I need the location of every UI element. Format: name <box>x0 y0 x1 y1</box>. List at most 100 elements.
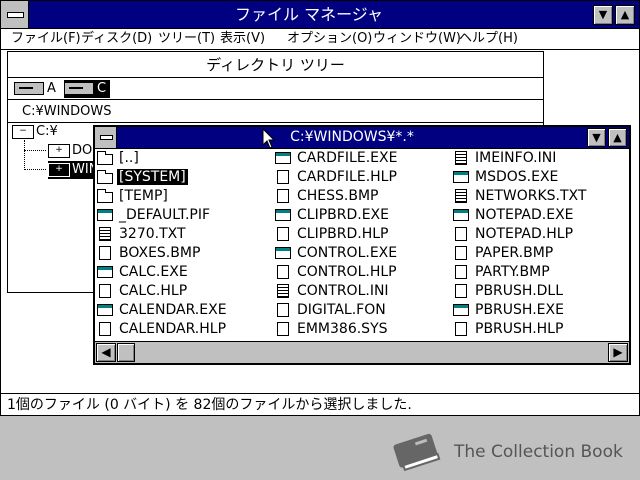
menu-disk[interactable]: ディスク(D) <box>81 29 152 49</box>
maximize-button[interactable]: ▲ <box>615 5 635 25</box>
directory-window[interactable]: C:¥WINDOWS¥*.* ▼ ▲ [..] [SYSTEM] [TEMP] _DE… <box>93 125 631 365</box>
file-item[interactable]: CONTROL.INI <box>273 282 451 301</box>
maximize-button[interactable]: ▲ <box>608 128 627 147</box>
text-document-icon <box>277 284 289 298</box>
file-item[interactable]: CARDFILE.HLP <box>273 168 451 187</box>
file-item[interactable]: [SYSTEM] <box>95 168 273 187</box>
menu-window[interactable]: ウィンドウ(W) <box>373 29 461 49</box>
directory-window-title-bar[interactable]: C:¥WINDOWS¥*.* ▼ ▲ <box>95 127 629 149</box>
menu-view[interactable]: 表示(V) <box>220 29 265 49</box>
system-menu-icon[interactable] <box>1 1 29 28</box>
program-icon <box>97 266 113 278</box>
scroll-right-arrow-icon[interactable]: ▶ <box>608 343 628 362</box>
horizontal-scrollbar[interactable]: ◀ ▶ <box>95 341 629 363</box>
file-item[interactable]: CONTROL.HLP <box>273 263 451 282</box>
file-item[interactable]: CLIPBRD.EXE <box>273 206 451 225</box>
file-manager-window: ファイル マネージャ ▼ ▲ ファイル(F) ディスク(D) ツリー(T) 表示… <box>0 0 640 416</box>
document-icon <box>455 227 467 241</box>
document-icon <box>455 265 467 279</box>
file-item[interactable]: BOXES.BMP <box>95 244 273 263</box>
file-item[interactable]: PAPER.BMP <box>451 244 629 263</box>
file-name: CALC.HLP <box>119 283 188 299</box>
file-item[interactable]: [TEMP] <box>95 187 273 206</box>
file-item[interactable]: NOTEPAD.EXE <box>451 206 629 225</box>
tree-node-root[interactable]: − C:¥ <box>12 123 58 141</box>
file-item[interactable]: PBRUSH.HLP <box>451 320 629 339</box>
file-item[interactable]: CHESS.BMP <box>273 187 451 206</box>
drive-a[interactable]: A <box>14 80 56 98</box>
program-icon <box>97 304 113 316</box>
file-item[interactable]: CARDFILE.EXE <box>273 149 451 168</box>
drive-c[interactable]: C <box>64 80 111 98</box>
document-icon <box>277 227 289 241</box>
file-name: [..] <box>119 150 139 166</box>
file-column-1: [..] [SYSTEM] [TEMP] _DEFAULT.PIF 3270.TXT BO… <box>95 149 273 339</box>
menu-tree[interactable]: ツリー(T) <box>158 29 215 49</box>
file-item[interactable]: NOTEPAD.HLP <box>451 225 629 244</box>
tree-connector <box>24 150 46 151</box>
file-name: EMM386.SYS <box>297 321 388 337</box>
tree-window-title[interactable]: ディレクトリ ツリー <box>8 52 543 78</box>
document-icon <box>277 265 289 279</box>
folder-collapse-icon: − <box>12 124 34 139</box>
file-column-2: CARDFILE.EXE CARDFILE.HLP CHESS.BMP CLIPBRD… <box>273 149 451 339</box>
minimize-button[interactable]: ▼ <box>593 5 613 25</box>
drive-c-label: C <box>97 81 107 96</box>
file-item[interactable]: CALC.EXE <box>95 263 273 282</box>
file-name: NOTEPAD.EXE <box>475 207 574 223</box>
file-item[interactable]: CALC.HLP <box>95 282 273 301</box>
file-item[interactable]: PBRUSH.EXE <box>451 301 629 320</box>
file-name: CONTROL.INI <box>297 283 389 299</box>
file-item[interactable]: NETWORKS.TXT <box>451 187 629 206</box>
file-item[interactable]: IMEINFO.INI <box>451 149 629 168</box>
file-name: PAPER.BMP <box>475 245 554 261</box>
file-name: PBRUSH.DLL <box>475 283 564 299</box>
file-name: CARDFILE.HLP <box>297 169 397 185</box>
mouse-pointer-icon <box>262 128 276 149</box>
current-path: C:¥WINDOWS <box>22 104 112 119</box>
program-icon <box>275 152 291 164</box>
tree-connector <box>24 169 46 170</box>
program-icon <box>275 247 291 259</box>
file-item[interactable]: EMM386.SYS <box>273 320 451 339</box>
document-icon <box>277 303 289 317</box>
scroll-left-arrow-icon[interactable]: ◀ <box>96 343 116 362</box>
menu-file[interactable]: ファイル(F) <box>11 29 81 49</box>
document-icon <box>277 322 289 336</box>
file-name: CONTROL.EXE <box>297 245 398 261</box>
text-document-icon <box>455 189 467 203</box>
divider <box>8 122 543 123</box>
file-item[interactable]: DIGITAL.FON <box>273 301 451 320</box>
file-item[interactable]: _DEFAULT.PIF <box>95 206 273 225</box>
title-bar[interactable]: ファイル マネージャ ▼ ▲ <box>1 1 639 29</box>
file-item[interactable]: PARTY.BMP <box>451 263 629 282</box>
minimize-button[interactable]: ▼ <box>587 128 606 147</box>
scroll-thumb[interactable] <box>117 343 135 362</box>
file-item[interactable]: [..] <box>95 149 273 168</box>
file-item[interactable]: PBRUSH.DLL <box>451 282 629 301</box>
file-item[interactable]: 3270.TXT <box>95 225 273 244</box>
file-name: CLIPBRD.HLP <box>297 226 389 242</box>
tree-node-dos[interactable]: + DO <box>48 142 92 160</box>
document-icon <box>99 322 111 336</box>
tree-connector <box>24 140 25 170</box>
program-icon <box>97 209 113 221</box>
window-title: ファイル マネージャ <box>235 5 383 24</box>
menu-options[interactable]: オプション(O) <box>287 29 372 49</box>
file-name: CHESS.BMP <box>297 188 379 204</box>
status-text: 1個のファイル (0 バイト) を 82個のファイルから選択しました. <box>7 397 412 413</box>
file-item[interactable]: MSDOS.EXE <box>451 168 629 187</box>
file-item[interactable]: CALENDAR.HLP <box>95 320 273 339</box>
file-item[interactable]: CALENDAR.EXE <box>95 301 273 320</box>
menu-help[interactable]: ヘルプ(H) <box>459 29 518 49</box>
file-name: NOTEPAD.HLP <box>475 226 574 242</box>
file-item[interactable]: CONTROL.EXE <box>273 244 451 263</box>
file-name: CONTROL.HLP <box>297 264 397 280</box>
tree-node-windows[interactable]: + WIN <box>48 161 99 179</box>
document-icon <box>99 284 111 298</box>
system-menu-icon[interactable] <box>95 127 117 148</box>
file-item[interactable]: CLIPBRD.HLP <box>273 225 451 244</box>
folder-icon <box>97 170 113 184</box>
file-name: [TEMP] <box>119 188 168 204</box>
program-icon <box>275 209 291 221</box>
